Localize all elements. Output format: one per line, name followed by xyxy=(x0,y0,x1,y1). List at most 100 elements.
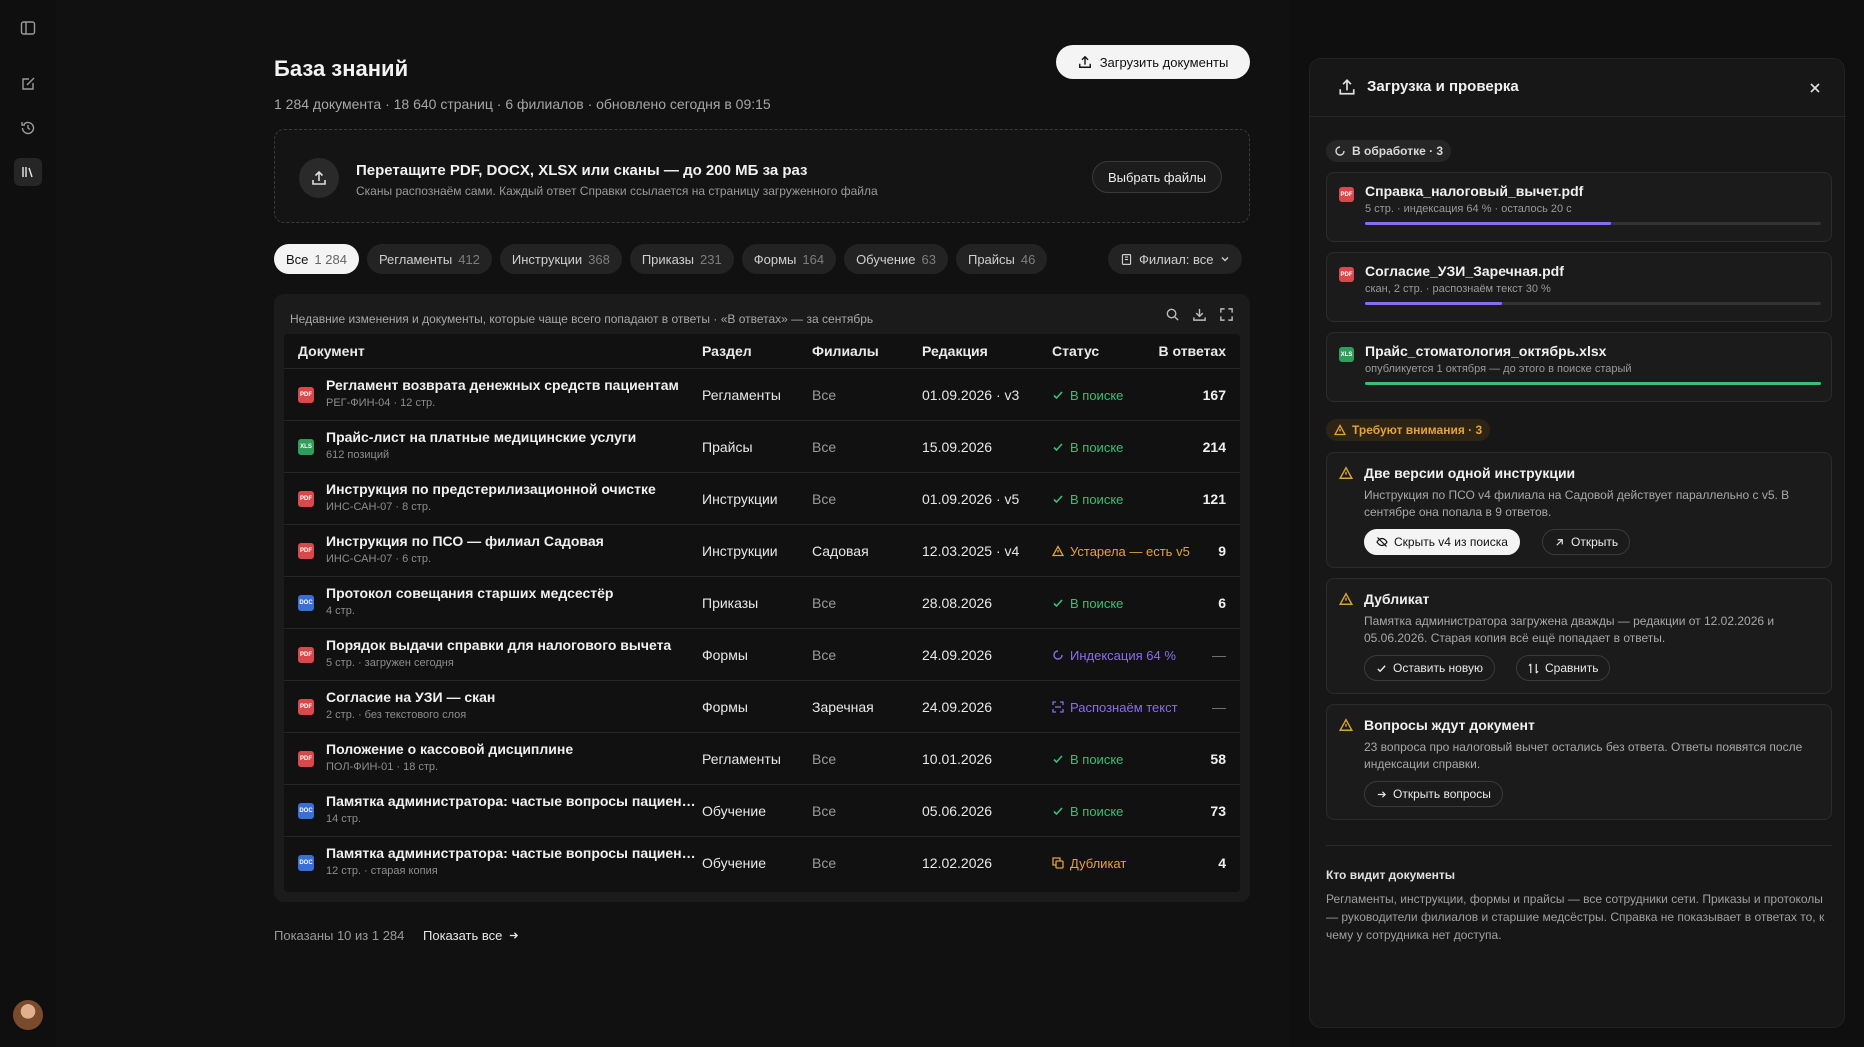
branches-cell: Садовая xyxy=(812,543,869,559)
close-icon[interactable] xyxy=(1808,81,1822,95)
table-row[interactable]: PDF Инструкция по предстерилизационной о… xyxy=(284,472,1240,524)
table-row[interactable]: DOC Протокол совещания старших медсестёр… xyxy=(284,576,1240,628)
document-name[interactable]: Инструкция по предстерилизационной очист… xyxy=(326,481,696,497)
file-type-icon: PDF xyxy=(298,751,314,767)
library-icon[interactable] xyxy=(14,158,42,186)
document-meta: 5 стр. · загружен сегодня xyxy=(326,657,454,669)
status-badge: В поиске xyxy=(1052,369,1123,421)
table-row[interactable]: DOC Памятка администратора: частые вопро… xyxy=(284,836,1240,888)
document-name[interactable]: Порядок выдачи справки для налогового вы… xyxy=(326,637,696,653)
document-name[interactable]: Протокол совещания старших медсестёр xyxy=(326,585,696,601)
progress-bar xyxy=(1365,382,1821,385)
warning-icon xyxy=(1052,545,1064,557)
document-name[interactable]: Регламент возврата денежных средств паци… xyxy=(326,377,696,393)
filter-pill[interactable]: Прайсы 46 xyxy=(955,244,1048,274)
filter-label: Обучение xyxy=(856,251,916,267)
branch-filter-label: Филиал: все xyxy=(1139,251,1214,267)
search-icon[interactable] xyxy=(1165,307,1180,322)
column-header-section[interactable]: Раздел xyxy=(702,343,752,359)
answers-count: 9 xyxy=(1218,543,1226,559)
branches-cell: Все xyxy=(812,855,837,871)
drop-zone[interactable]: Перетащите PDF, DOCX, XLSX или сканы — д… xyxy=(274,129,1250,223)
table-row[interactable]: XLS Прайс-лист на платные медицинские ус… xyxy=(284,420,1240,472)
filter-pill[interactable]: Формы 164 xyxy=(741,244,837,274)
filter-pill[interactable]: Обучение 63 xyxy=(844,244,948,274)
branches-cell: Все xyxy=(812,595,837,611)
column-header-document[interactable]: Документ xyxy=(298,343,365,359)
history-icon[interactable] xyxy=(14,114,42,142)
section-cell: Регламенты xyxy=(702,387,781,403)
status-badge: Индексация 64 % xyxy=(1052,629,1176,681)
warning-action-button[interactable]: Скрыть v4 из поиска xyxy=(1364,529,1520,555)
compare-icon xyxy=(1528,662,1539,674)
upload-documents-button[interactable]: Загрузить документы xyxy=(1056,45,1250,79)
warning-action-button[interactable]: Открыть вопросы xyxy=(1364,781,1503,807)
page-subtitle: 1 284 документа · 18 640 страниц · 6 фил… xyxy=(274,96,771,112)
warning-action-button[interactable]: Сравнить xyxy=(1516,655,1611,681)
file-name: Согласие_УЗИ_Заречная.pdf xyxy=(1365,263,1564,279)
choose-files-button[interactable]: Выбрать файлы xyxy=(1092,161,1222,193)
document-name[interactable]: Памятка администратора: частые вопросы п… xyxy=(326,793,696,809)
filter-count: 412 xyxy=(458,251,480,267)
table-row[interactable]: PDF Положение о кассовой дисциплине ПОЛ-… xyxy=(284,732,1240,784)
revision-cell: 10.01.2026 xyxy=(922,751,993,767)
file-meta: скан, 2 стр. · распознаём текст 30 % xyxy=(1365,283,1551,295)
warning-title: Две версии одной инструкции xyxy=(1364,465,1576,481)
document-name[interactable]: Положение о кассовой дисциплине xyxy=(326,741,696,757)
expand-icon[interactable] xyxy=(1219,307,1234,322)
filter-pill[interactable]: Приказы 231 xyxy=(629,244,734,274)
upload-file-card[interactable]: PDF Согласие_УЗИ_Заречная.pdf скан, 2 ст… xyxy=(1326,252,1832,322)
warning-title: Дубликат xyxy=(1364,591,1430,607)
column-header-status[interactable]: Статус xyxy=(1052,343,1099,359)
progress-fill xyxy=(1365,382,1821,385)
status-badge: В поиске xyxy=(1052,473,1123,525)
document-name[interactable]: Прайс-лист на платные медицинские услуги xyxy=(326,429,696,445)
column-header-in-answers[interactable]: В ответах xyxy=(1158,343,1226,359)
avatar[interactable] xyxy=(13,1000,43,1030)
filter-pill[interactable]: Все 1 284 xyxy=(274,244,359,274)
column-header-branches[interactable]: Филиалы xyxy=(812,343,879,359)
filter-pill[interactable]: Регламенты 412 xyxy=(366,244,492,274)
upload-file-card[interactable]: XLS Прайс_стоматология_октябрь.xlsx опуб… xyxy=(1326,332,1832,402)
copy-icon xyxy=(1052,857,1064,869)
table-row[interactable]: DOC Памятка администратора: частые вопро… xyxy=(284,784,1240,836)
upload-file-card[interactable]: PDF Справка_налоговый_вычет.pdf 5 стр. ·… xyxy=(1326,172,1832,242)
compose-icon[interactable] xyxy=(14,70,42,98)
progress-fill xyxy=(1365,302,1502,305)
revision-cell: 24.09.2026 xyxy=(922,647,993,663)
action-label: Скрыть v4 из поиска xyxy=(1394,535,1508,549)
warning-card: Дубликат Памятка администратора загружен… xyxy=(1326,578,1832,694)
download-icon[interactable] xyxy=(1192,307,1207,322)
table-row[interactable]: PDF Порядок выдачи справки для налоговог… xyxy=(284,628,1240,680)
table-row[interactable]: PDF Регламент возврата денежных средств … xyxy=(284,368,1240,420)
table-row[interactable]: PDF Согласие на УЗИ — скан 2 стр. · без … xyxy=(284,680,1240,732)
file-type-icon: XLS xyxy=(1339,347,1354,362)
chevron-down-icon xyxy=(1221,257,1229,262)
branch-filter-dropdown[interactable]: Филиал: все xyxy=(1108,244,1242,274)
filter-pill[interactable]: Инструкции 368 xyxy=(499,244,622,274)
sidebar-toggle-icon[interactable] xyxy=(14,14,42,42)
progress-fill xyxy=(1365,222,1612,225)
status-badge: В поиске xyxy=(1052,785,1123,837)
status-label: В поиске xyxy=(1070,387,1124,403)
column-header-revision[interactable]: Редакция xyxy=(922,343,988,359)
section-cell: Формы xyxy=(702,699,748,715)
category-filters: Все 1 284 Регламенты 412 Инструкции 368 Приказ… xyxy=(274,244,1048,274)
answers-count: 214 xyxy=(1202,439,1226,455)
answers-count: 6 xyxy=(1218,595,1226,611)
page-title: База знаний xyxy=(274,56,409,81)
answers-count: 4 xyxy=(1218,855,1226,871)
document-name[interactable]: Памятка администратора: частые вопросы п… xyxy=(326,845,696,861)
document-name[interactable]: Согласие на УЗИ — скан xyxy=(326,689,696,705)
status-badge: В поиске xyxy=(1052,577,1123,629)
document-meta: 4 стр. xyxy=(326,605,355,617)
warning-action-button[interactable]: Открыть xyxy=(1542,529,1631,555)
filter-count: 63 xyxy=(921,251,936,267)
document-name[interactable]: Инструкция по ПСО — филиал Садовая xyxy=(326,533,696,549)
warning-icon xyxy=(1334,424,1346,436)
show-all-link[interactable]: Показать все xyxy=(423,928,519,943)
revision-cell: 24.09.2026 xyxy=(922,699,993,715)
warning-action-button[interactable]: Оставить новую xyxy=(1364,655,1495,681)
status-label: В поиске xyxy=(1070,595,1124,611)
table-row[interactable]: PDF Инструкция по ПСО — филиал Садовая И… xyxy=(284,524,1240,576)
